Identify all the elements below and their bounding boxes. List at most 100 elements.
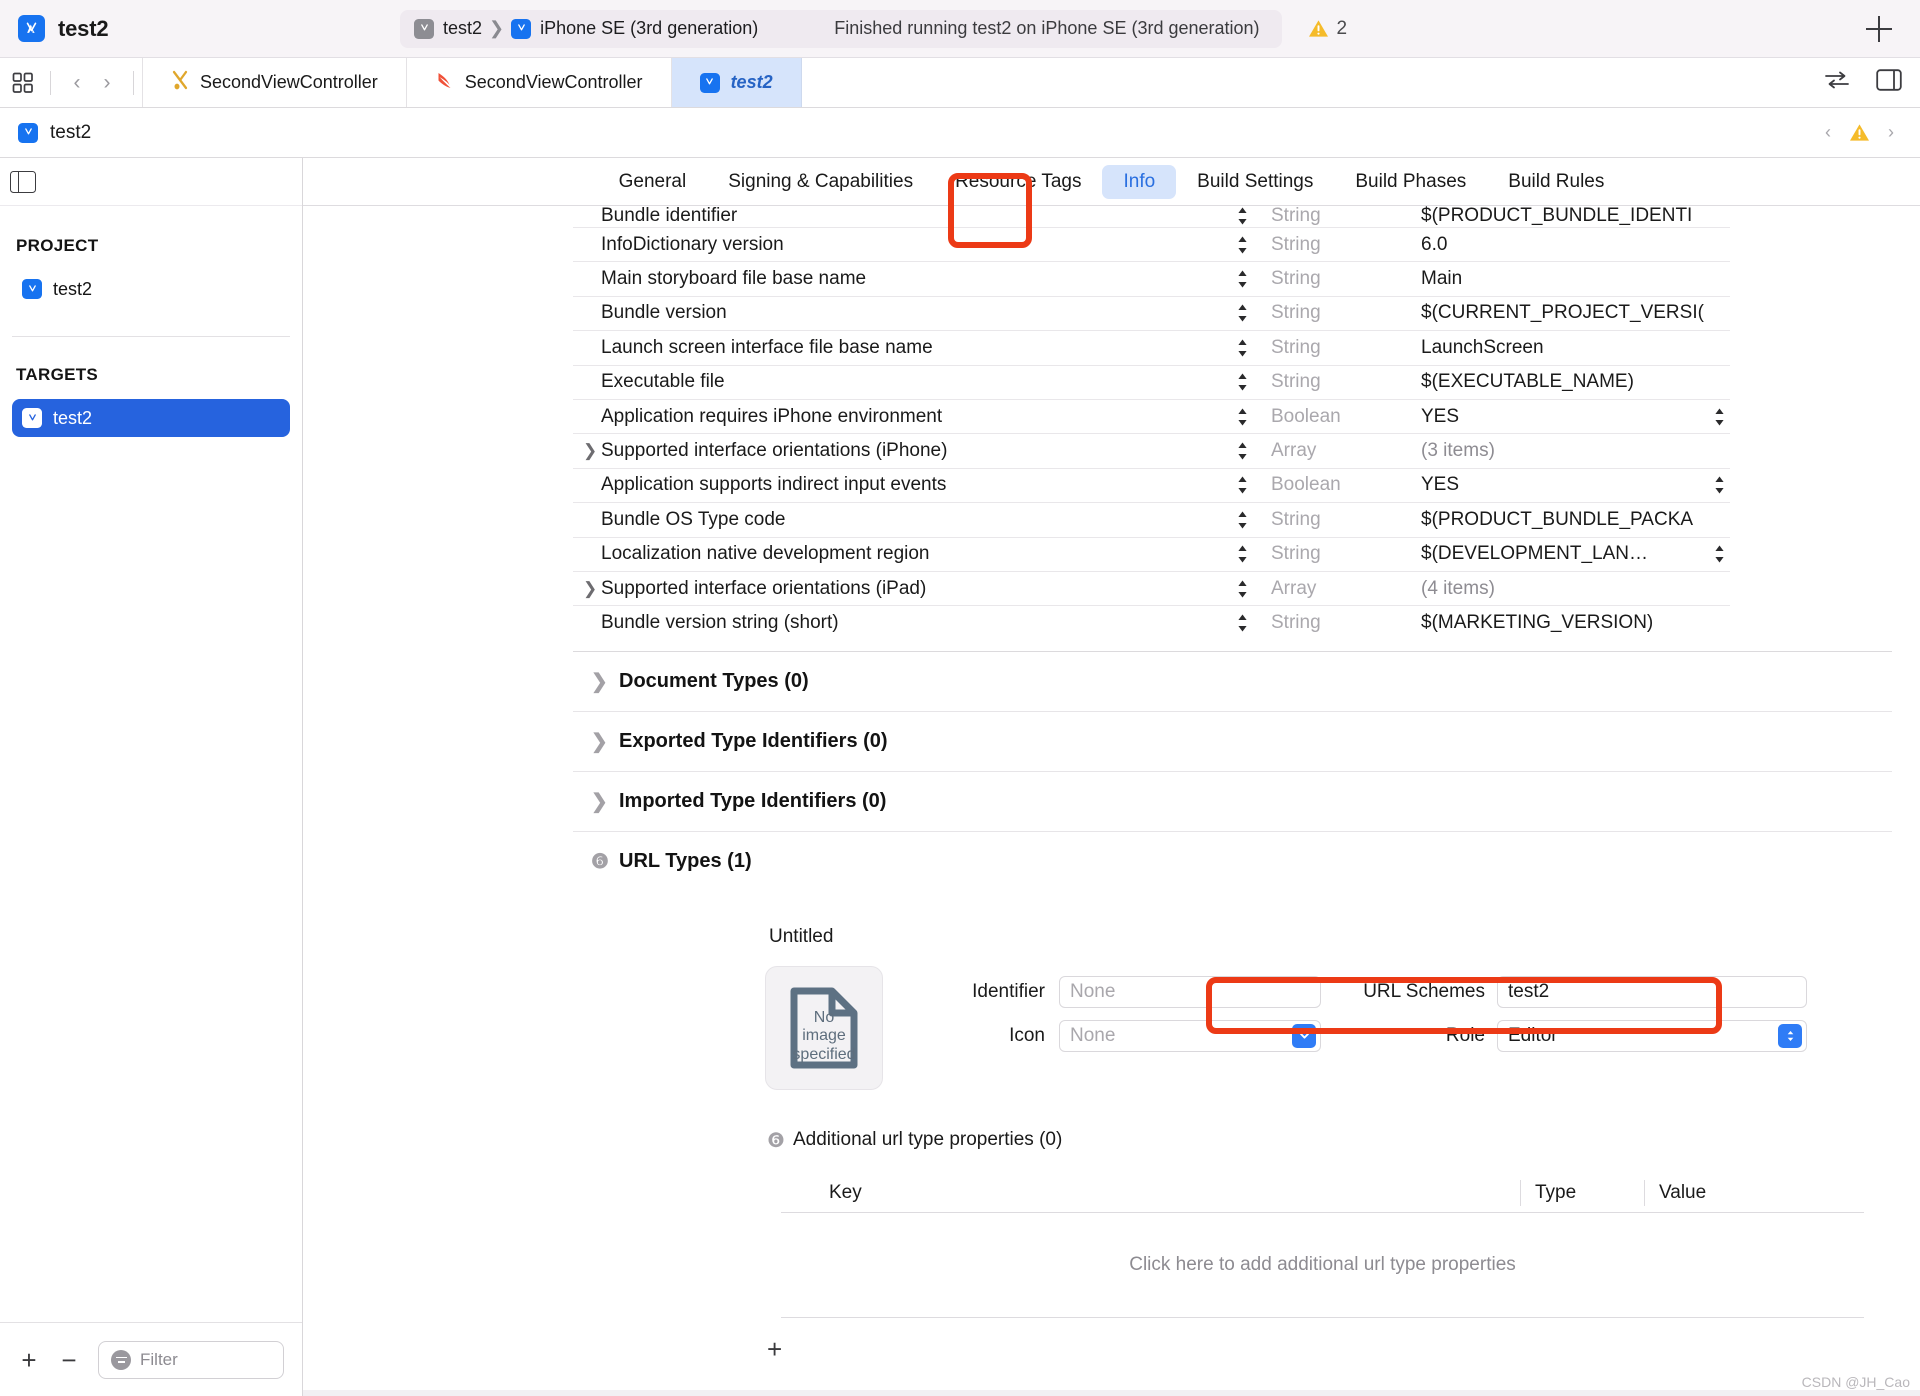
sidebar-item-project-test2[interactable]: test2 <box>12 270 290 308</box>
section-document-types[interactable]: ❯ Document Types (0) <box>573 652 1892 712</box>
tab-build-rules[interactable]: Build Rules <box>1487 165 1625 199</box>
type-stepper[interactable] <box>1213 612 1271 634</box>
scheme-button[interactable]: test2 <box>414 18 482 39</box>
chevron-right-icon[interactable]: ❯ <box>591 729 608 754</box>
chevron-right-icon[interactable]: ❯ <box>591 789 608 814</box>
tab-secondviewcontroller-swift[interactable]: SecondViewController <box>407 58 672 107</box>
table-row[interactable]: Application requires iPhone environment … <box>573 400 1730 435</box>
value-stepper[interactable] <box>1713 543 1726 565</box>
url-schemes-input[interactable]: test2 <box>1497 975 1807 1008</box>
tab-secondviewcontroller-h[interactable]: SecondViewController <box>142 58 407 107</box>
additional-properties-table: Key Type Value Click here to add additio… <box>781 1175 1864 1318</box>
table-row[interactable]: Bundle version string (short) String $(M… <box>573 606 1730 640</box>
plist-value[interactable]: LaunchScreen <box>1421 337 1730 359</box>
plist-value[interactable]: $(CURRENT_PROJECT_VERSI( <box>1421 302 1730 324</box>
type-stepper[interactable] <box>1213 440 1271 462</box>
url-type-icon-well[interactable]: No image specified <box>765 965 883 1090</box>
inspector-toggle-icon[interactable] <box>1876 69 1902 96</box>
chevron-right-icon[interactable]: ❯ <box>583 441 597 461</box>
plist-value[interactable]: Main <box>1421 268 1730 290</box>
plist-value: YES <box>1421 405 1460 427</box>
grid-icon[interactable] <box>10 70 36 96</box>
project-section-header: PROJECT <box>16 236 99 255</box>
table-row[interactable]: Localization native development region S… <box>573 538 1730 572</box>
type-stepper[interactable] <box>1213 302 1271 324</box>
type-stepper[interactable] <box>1213 337 1271 359</box>
type-stepper[interactable] <box>1213 268 1271 290</box>
table-row[interactable]: Bundle version String $(CURRENT_PROJECT_… <box>573 297 1730 332</box>
tab-signing-capabilities[interactable]: Signing & Capabilities <box>707 165 934 199</box>
additional-url-properties-header[interactable]: ❻ Additional url type properties (0) <box>767 1128 1892 1153</box>
warning-triangle-icon[interactable] <box>1849 123 1870 142</box>
type-stepper[interactable] <box>1213 543 1271 565</box>
table-row[interactable]: InfoDictionary version String 6.0 <box>573 228 1730 263</box>
table-row[interactable]: ❯ Supported interface orientations (iPho… <box>573 434 1730 469</box>
table-row[interactable]: Bundle identifier String $(PRODUCT_BUNDL… <box>573 206 1730 228</box>
target-editor-tabs: General Signing & Capabilities Resource … <box>303 158 1920 206</box>
table-row[interactable]: Main storyboard file base name String Ma… <box>573 262 1730 297</box>
plist-value[interactable]: $(MARKETING_VERSION) <box>1421 612 1730 634</box>
value-stepper[interactable] <box>1713 474 1726 496</box>
table-row[interactable]: Application supports indirect input even… <box>573 469 1730 504</box>
sidebar-item-target-test2[interactable]: test2 <box>12 399 290 437</box>
empty-table-hint[interactable]: Click here to add additional url type pr… <box>781 1213 1864 1317</box>
plist-value[interactable]: (4 items) <box>1421 578 1730 600</box>
table-row[interactable]: ❯ Supported interface orientations (iPad… <box>573 572 1730 607</box>
tab-general[interactable]: General <box>598 165 708 199</box>
plist-value[interactable]: $(EXECUTABLE_NAME) <box>1421 371 1730 393</box>
plist-value[interactable]: $(PRODUCT_BUNDLE_IDENTI <box>1421 206 1730 227</box>
icon-select[interactable]: None <box>1059 1019 1321 1052</box>
scheme-chooser[interactable]: test2 ❯ iPhone SE (3rd generation) Finis… <box>400 9 1282 48</box>
type-stepper[interactable] <box>1213 371 1271 393</box>
type-stepper[interactable] <box>1213 206 1271 227</box>
compare-versions-icon[interactable] <box>1824 70 1850 95</box>
destination-button[interactable]: iPhone SE (3rd generation) <box>511 18 758 39</box>
tab-label: test2 <box>730 72 773 92</box>
column-header-type: Type <box>1520 1180 1644 1207</box>
type-stepper[interactable] <box>1213 474 1271 496</box>
breadcrumb[interactable]: test2 <box>18 122 91 144</box>
plist-type: String <box>1271 612 1321 634</box>
chevron-down-icon[interactable] <box>1292 1023 1316 1048</box>
chevron-down-icon[interactable]: ❻ <box>591 849 609 874</box>
table-row[interactable]: Launch screen interface file base name S… <box>573 331 1730 366</box>
issue-next-button[interactable]: › <box>1888 122 1894 143</box>
plist-value[interactable]: (3 items) <box>1421 440 1730 462</box>
type-stepper[interactable] <box>1213 578 1271 600</box>
tab-info[interactable]: Info <box>1102 164 1177 199</box>
issue-prev-button[interactable]: ‹ <box>1825 122 1831 143</box>
add-button[interactable] <box>1862 12 1896 46</box>
identifier-input[interactable]: None <box>1059 975 1321 1008</box>
horizontal-scrollbar[interactable] <box>303 1390 1920 1396</box>
tab-resource-tags[interactable]: Resource Tags <box>934 165 1102 199</box>
table-row[interactable]: Bundle OS Type code String $(PRODUCT_BUN… <box>573 503 1730 538</box>
type-stepper[interactable] <box>1213 234 1271 256</box>
add-url-type-button[interactable]: + <box>767 1334 1892 1365</box>
tab-test2-project[interactable]: test2 <box>671 58 802 107</box>
chevron-right-icon[interactable]: ❯ <box>583 579 597 599</box>
tab-build-settings[interactable]: Build Settings <box>1176 165 1334 199</box>
remove-target-button[interactable]: − <box>58 1347 80 1373</box>
go-back-button[interactable]: ‹ <box>65 71 89 95</box>
section-imported-type-identifiers[interactable]: ❯ Imported Type Identifiers (0) <box>573 772 1892 832</box>
tab-build-phases[interactable]: Build Phases <box>1334 165 1487 199</box>
section-exported-type-identifiers[interactable]: ❯ Exported Type Identifiers (0) <box>573 712 1892 772</box>
destination-name: iPhone SE (3rd generation) <box>540 18 759 38</box>
plist-value[interactable]: 6.0 <box>1421 234 1730 256</box>
go-forward-button[interactable]: › <box>95 71 119 95</box>
type-stepper[interactable] <box>1213 509 1271 531</box>
chevron-up-down-icon[interactable] <box>1778 1023 1802 1048</box>
value-stepper[interactable] <box>1713 406 1726 428</box>
left-panel-toggle-icon[interactable] <box>10 170 36 193</box>
swift-file-icon <box>435 70 454 95</box>
warning-indicator[interactable]: 2 <box>1308 18 1347 40</box>
filter-field[interactable]: Filter <box>98 1340 284 1379</box>
chevron-right-icon[interactable]: ❯ <box>591 669 608 694</box>
role-select[interactable]: Editor <box>1497 1019 1807 1052</box>
section-url-types[interactable]: ❻ URL Types (1) <box>573 832 1892 892</box>
add-target-button[interactable]: + <box>18 1347 40 1373</box>
plist-value[interactable]: $(PRODUCT_BUNDLE_PACKA <box>1421 509 1730 531</box>
table-row[interactable]: Executable file String $(EXECUTABLE_NAME… <box>573 366 1730 400</box>
chevron-down-icon[interactable]: ❻ <box>767 1128 785 1153</box>
type-stepper[interactable] <box>1213 406 1271 428</box>
